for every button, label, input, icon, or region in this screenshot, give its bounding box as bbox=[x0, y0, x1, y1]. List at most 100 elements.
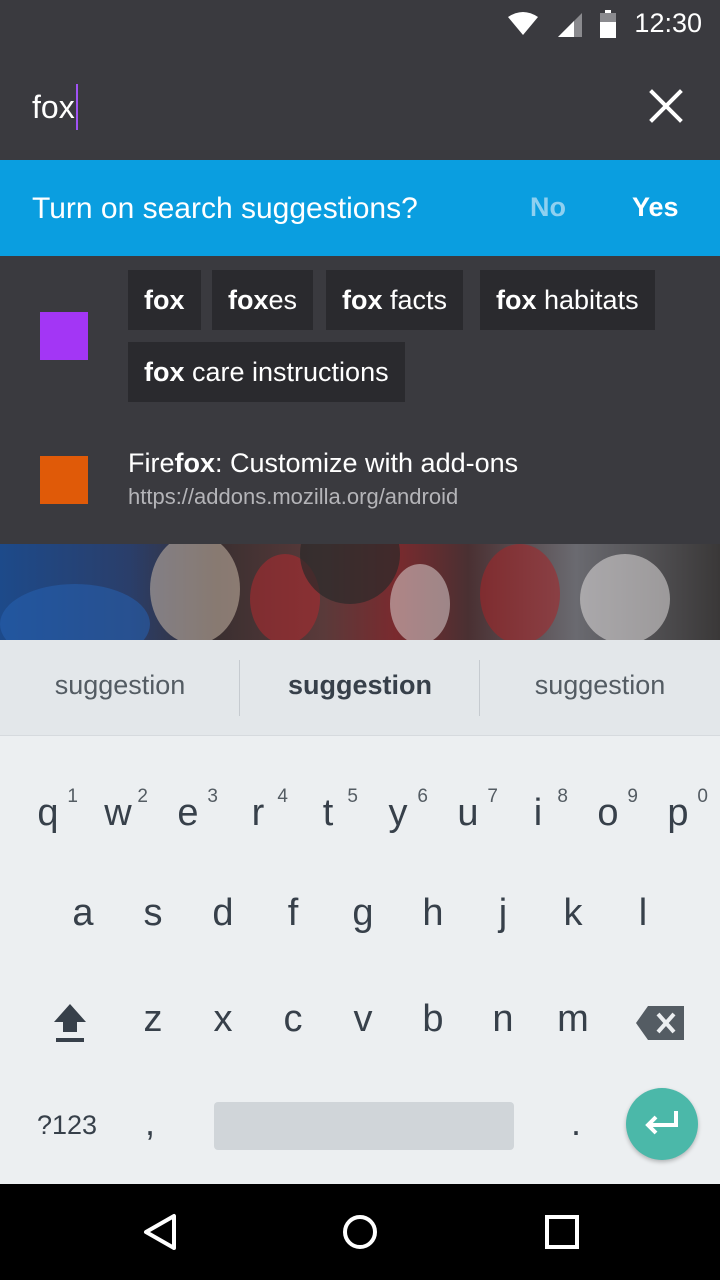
key-p[interactable]: p0 bbox=[650, 786, 708, 852]
key-z[interactable]: z bbox=[125, 998, 181, 1058]
key-w[interactable]: w2 bbox=[90, 786, 148, 852]
key-letter: k bbox=[563, 892, 583, 934]
status-icons: 12:30 bbox=[508, 8, 702, 39]
key-number-hint: 8 bbox=[557, 786, 568, 807]
key-t[interactable]: t5 bbox=[300, 786, 358, 852]
chip-rest-text: care instructions bbox=[184, 356, 389, 387]
key-letter: y bbox=[388, 792, 408, 834]
status-bar: 12:30 bbox=[0, 0, 720, 50]
prompt-yes-button[interactable]: Yes bbox=[632, 192, 679, 223]
url-input[interactable]: fox bbox=[32, 84, 78, 130]
key-letter: o bbox=[597, 792, 619, 834]
key-c[interactable]: c bbox=[265, 998, 321, 1058]
comma-key[interactable]: , bbox=[130, 1102, 170, 1150]
key-k[interactable]: k bbox=[545, 892, 601, 952]
close-button[interactable] bbox=[646, 86, 686, 126]
recents-square-icon bbox=[545, 1215, 579, 1249]
suggestion-chip[interactable]: fox facts bbox=[326, 270, 464, 330]
key-letter: h bbox=[422, 892, 444, 934]
key-number-hint: 5 bbox=[347, 786, 358, 807]
cell-signal-icon bbox=[558, 12, 583, 37]
back-button[interactable] bbox=[140, 1212, 180, 1252]
key-y[interactable]: y6 bbox=[370, 786, 429, 852]
key-number-hint: 0 bbox=[697, 786, 708, 807]
key-q[interactable]: q1 bbox=[20, 786, 78, 852]
backspace-icon bbox=[636, 1006, 684, 1040]
wifi-icon bbox=[508, 11, 539, 35]
search-engine-icon bbox=[40, 312, 88, 360]
key-number-hint: 7 bbox=[487, 786, 498, 807]
key-o[interactable]: o9 bbox=[580, 786, 638, 852]
key-i[interactable]: i8 bbox=[510, 786, 568, 852]
key-number-hint: 1 bbox=[67, 786, 78, 807]
chip-rest-text: habitats bbox=[536, 284, 639, 315]
shift-key[interactable] bbox=[46, 1000, 94, 1048]
prompt-no-button[interactable]: No bbox=[530, 192, 566, 223]
key-number-hint: 9 bbox=[627, 786, 638, 807]
home-button[interactable] bbox=[340, 1212, 380, 1252]
suggestion-chip[interactable]: fox care instructions bbox=[128, 342, 405, 402]
chip-rest-text: es bbox=[268, 284, 298, 315]
key-letter: c bbox=[283, 998, 303, 1040]
key-letter: i bbox=[533, 792, 543, 834]
key-number-hint: 2 bbox=[137, 786, 148, 807]
keyboard-suggestion-center[interactable]: suggestion bbox=[240, 670, 480, 701]
history-item-url[interactable]: https://addons.mozilla.org/android bbox=[128, 484, 458, 510]
key-letter: q bbox=[37, 792, 59, 834]
key-letter: n bbox=[492, 998, 514, 1040]
key-s[interactable]: s bbox=[125, 892, 181, 952]
key-l[interactable]: l bbox=[615, 892, 671, 952]
key-d[interactable]: d bbox=[195, 892, 251, 952]
chip-bold-text: fox bbox=[228, 284, 269, 315]
suggestion-chip[interactable]: fox habitats bbox=[480, 270, 655, 330]
key-f[interactable]: f bbox=[265, 892, 321, 952]
enter-icon bbox=[645, 1111, 678, 1135]
key-u[interactable]: u7 bbox=[440, 786, 498, 852]
background-page-image bbox=[0, 544, 720, 640]
keyboard-suggestion-right[interactable]: suggestion bbox=[480, 670, 720, 701]
key-h[interactable]: h bbox=[405, 892, 461, 952]
suggestions-panel: fox fox es fox facts fox habitats fox car… bbox=[0, 256, 720, 544]
key-v[interactable]: v bbox=[335, 998, 391, 1058]
key-letter: m bbox=[557, 998, 589, 1040]
key-m[interactable]: m bbox=[545, 998, 601, 1058]
chip-rest-text: facts bbox=[382, 284, 448, 315]
keyboard-suggestion-left[interactable]: suggestion bbox=[0, 670, 240, 701]
key-letter: f bbox=[287, 892, 299, 934]
key-letter: z bbox=[143, 998, 163, 1040]
suggestion-chip[interactable]: fox es bbox=[212, 270, 314, 330]
history-title-suffix: : Customize with add-ons bbox=[215, 448, 519, 478]
recents-button[interactable] bbox=[542, 1212, 582, 1252]
chip-bold-text: fox bbox=[144, 356, 185, 387]
key-r[interactable]: r4 bbox=[230, 786, 288, 852]
backspace-key[interactable] bbox=[632, 1004, 688, 1044]
key-e[interactable]: e3 bbox=[160, 786, 218, 852]
key-g[interactable]: g bbox=[335, 892, 391, 952]
shift-icon bbox=[54, 1004, 86, 1042]
key-number-hint: 3 bbox=[207, 786, 218, 807]
spacebar[interactable] bbox=[214, 1102, 514, 1150]
symbols-key[interactable]: ?123 bbox=[22, 1110, 112, 1150]
suggestion-chip[interactable]: fox bbox=[128, 270, 201, 330]
key-number-hint: 6 bbox=[417, 786, 428, 807]
chip-bold-text: fox bbox=[144, 284, 185, 315]
key-a[interactable]: a bbox=[55, 892, 111, 952]
back-triangle-icon bbox=[144, 1214, 176, 1250]
key-j[interactable]: j bbox=[475, 892, 531, 952]
text-cursor bbox=[75, 84, 78, 130]
history-item-title[interactable]: Firefox: Customize with add-ons bbox=[128, 448, 518, 479]
key-b[interactable]: b bbox=[405, 998, 461, 1058]
key-letter: p bbox=[667, 792, 689, 834]
key-x[interactable]: x bbox=[195, 998, 251, 1058]
key-n[interactable]: n bbox=[475, 998, 531, 1058]
key-letter: u bbox=[457, 792, 479, 834]
enter-key[interactable] bbox=[626, 1088, 698, 1160]
prompt-text: Turn on search suggestions? bbox=[32, 192, 418, 225]
key-letter: l bbox=[638, 892, 648, 934]
url-input-value: fox bbox=[32, 88, 75, 125]
key-letter: r bbox=[251, 792, 265, 834]
key-letter: v bbox=[353, 998, 373, 1040]
key-letter: a bbox=[72, 892, 94, 934]
chip-bold-text: fox bbox=[342, 284, 383, 315]
period-key[interactable]: . bbox=[556, 1102, 596, 1150]
